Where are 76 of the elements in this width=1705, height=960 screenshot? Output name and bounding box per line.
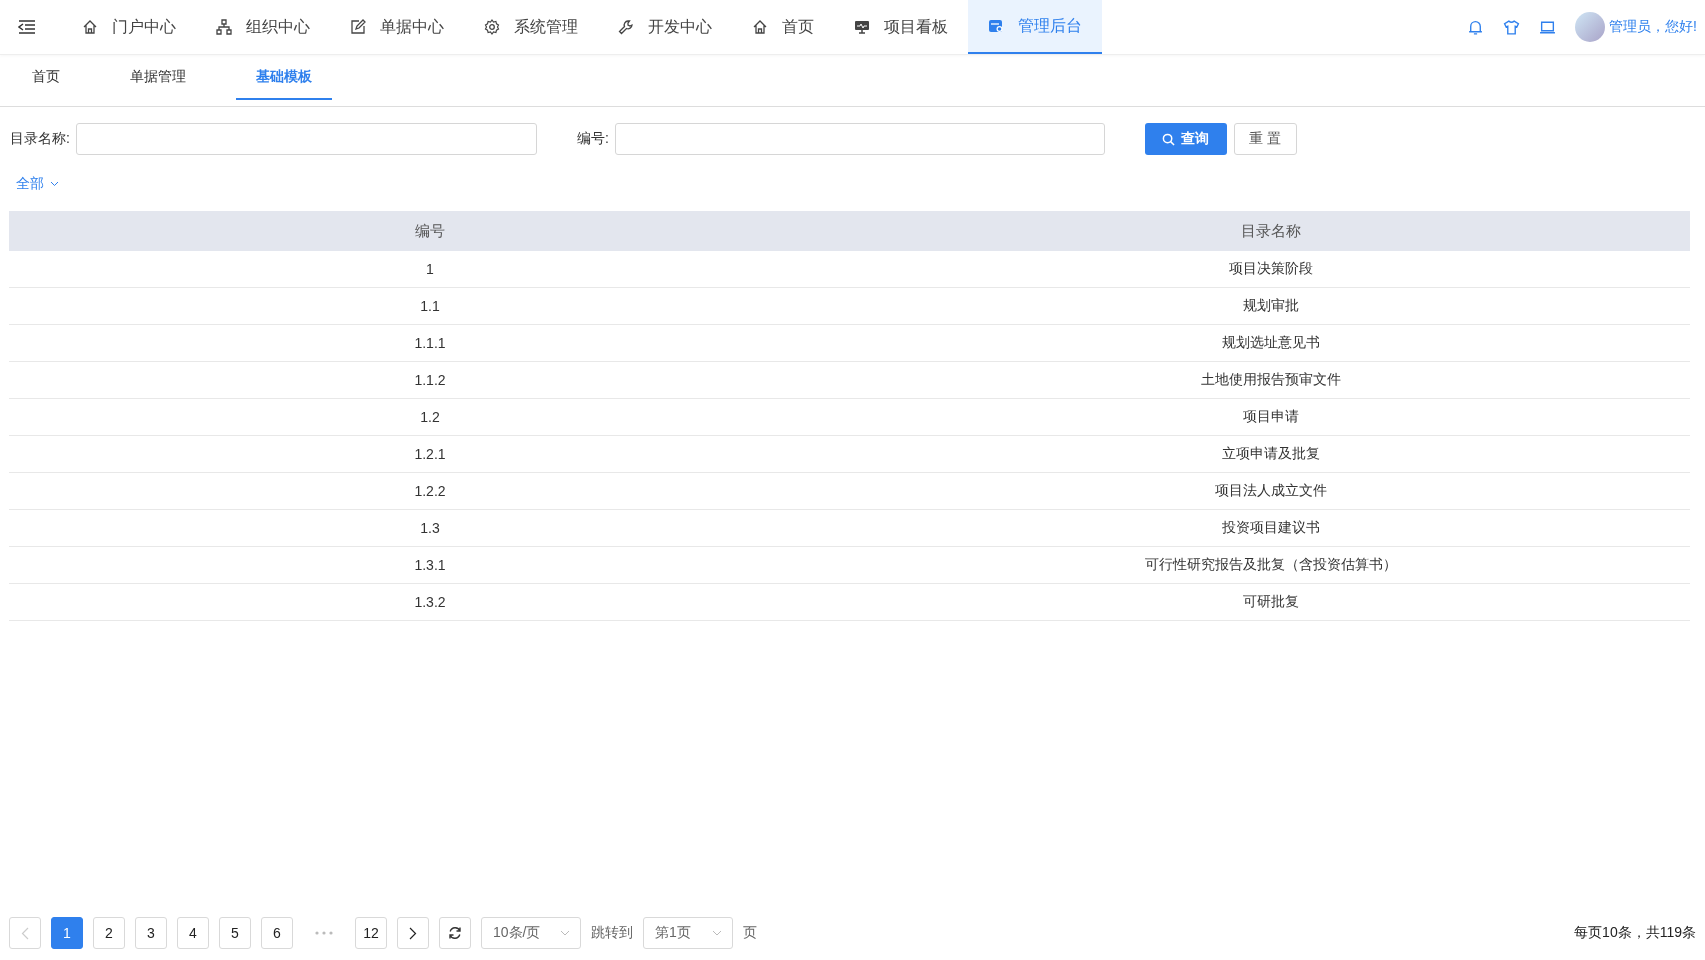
jump-label: 跳转到 [591,924,633,942]
table-cell: 1.1.1 [9,324,851,362]
next-page-button[interactable] [397,917,429,949]
column-header: 目录名称 [851,211,1690,251]
table-cell: 规划选址意见书 [851,324,1690,362]
nav-tab[interactable]: 项目看板 [834,0,968,54]
nav-tab[interactable]: 开发中心 [598,0,732,54]
table-cell: 1.2.1 [9,435,851,473]
table-cell: 规划审批 [851,287,1690,325]
input-field[interactable] [614,123,1105,155]
chevron-right-icon [409,926,417,940]
nav-tab[interactable]: 首页 [732,0,834,54]
table-cell: 1.1.2 [9,361,851,399]
table-cell: 1 [9,251,851,288]
table-cell: 1.3 [9,509,851,547]
search-icon [1162,132,1176,146]
page-number-button[interactable]: 3 [135,917,167,949]
shirt-icon[interactable] [1503,18,1521,36]
table-cell: 可研批复 [851,583,1690,621]
page-number-button[interactable]: 6 [261,917,293,949]
monitor-icon [854,19,870,35]
table-cell: 1.2.2 [9,472,851,510]
nav-tab[interactable]: 系统管理 [464,0,598,54]
page-tab[interactable]: 单据管理 [110,55,206,100]
page-number-button[interactable]: 5 [219,917,251,949]
nav-tab[interactable]: 组织中心 [196,0,330,54]
nav-tab[interactable]: 单据中心 [330,0,464,54]
home-icon [82,19,98,35]
bell-icon[interactable] [1467,18,1485,36]
refresh-icon [448,926,462,940]
nav-tab[interactable]: 管理后台 [968,0,1102,54]
user-greeting[interactable]: 管理员，您好! [1609,18,1697,36]
page-jump-select[interactable]: 第1页 [643,917,733,949]
menu-icon[interactable] [18,20,36,34]
filter-dropdown[interactable]: 全部 [16,175,59,193]
table-cell: 项目法人成立文件 [851,472,1690,510]
field-label: 编号: [576,130,609,148]
table-cell: 项目申请 [851,398,1690,436]
page-tab[interactable]: 首页 [12,55,80,100]
page-size-select[interactable]: 10条/页 [481,917,581,949]
settings-icon [484,19,500,35]
page-number-button[interactable]: 4 [177,917,209,949]
table-cell: 1.1 [9,287,851,325]
avatar[interactable] [1575,12,1606,42]
query-button[interactable]: 查询 [1144,123,1227,155]
org-chart-icon [216,19,232,35]
table-cell: 1.2 [9,398,851,436]
table-cell: 1.3.1 [9,546,851,584]
page-number-button[interactable]: 12 [355,917,387,949]
home-icon [752,19,768,35]
chevron-down-icon [560,930,570,936]
laptop-icon[interactable] [1539,18,1557,36]
field-label: 目录名称: [10,130,70,148]
table-cell: 可行性研究报告及批复（含投资估算书） [851,546,1690,584]
reset-button[interactable]: 重 置 [1233,123,1297,155]
table-cell: 项目决策阶段 [851,251,1690,288]
table-cell: 土地使用报告预审文件 [851,361,1690,399]
column-header: 编号 [9,211,851,251]
table-cell: 投资项目建议书 [851,509,1690,547]
nav-tab[interactable]: 门户中心 [62,0,196,54]
page-tab[interactable]: 基础模板 [236,55,332,100]
pagination-summary: 每页10条，共119条 [1574,924,1696,942]
refresh-button[interactable] [439,917,471,949]
page-number-button[interactable]: 1 [51,917,83,949]
ellipsis-icon [315,931,333,935]
chevron-left-icon [21,926,29,940]
page-number-button[interactable]: 2 [93,917,125,949]
table-cell: 立项申请及批复 [851,435,1690,473]
input-field[interactable] [75,123,537,155]
chevron-down-icon [50,181,59,187]
table-cell: 1.3.2 [9,583,851,621]
edit-icon [350,19,366,35]
chevron-down-icon [712,930,722,936]
page-suffix: 页 [743,924,757,942]
wrench-icon [618,19,634,35]
dashboard-icon [988,18,1004,34]
